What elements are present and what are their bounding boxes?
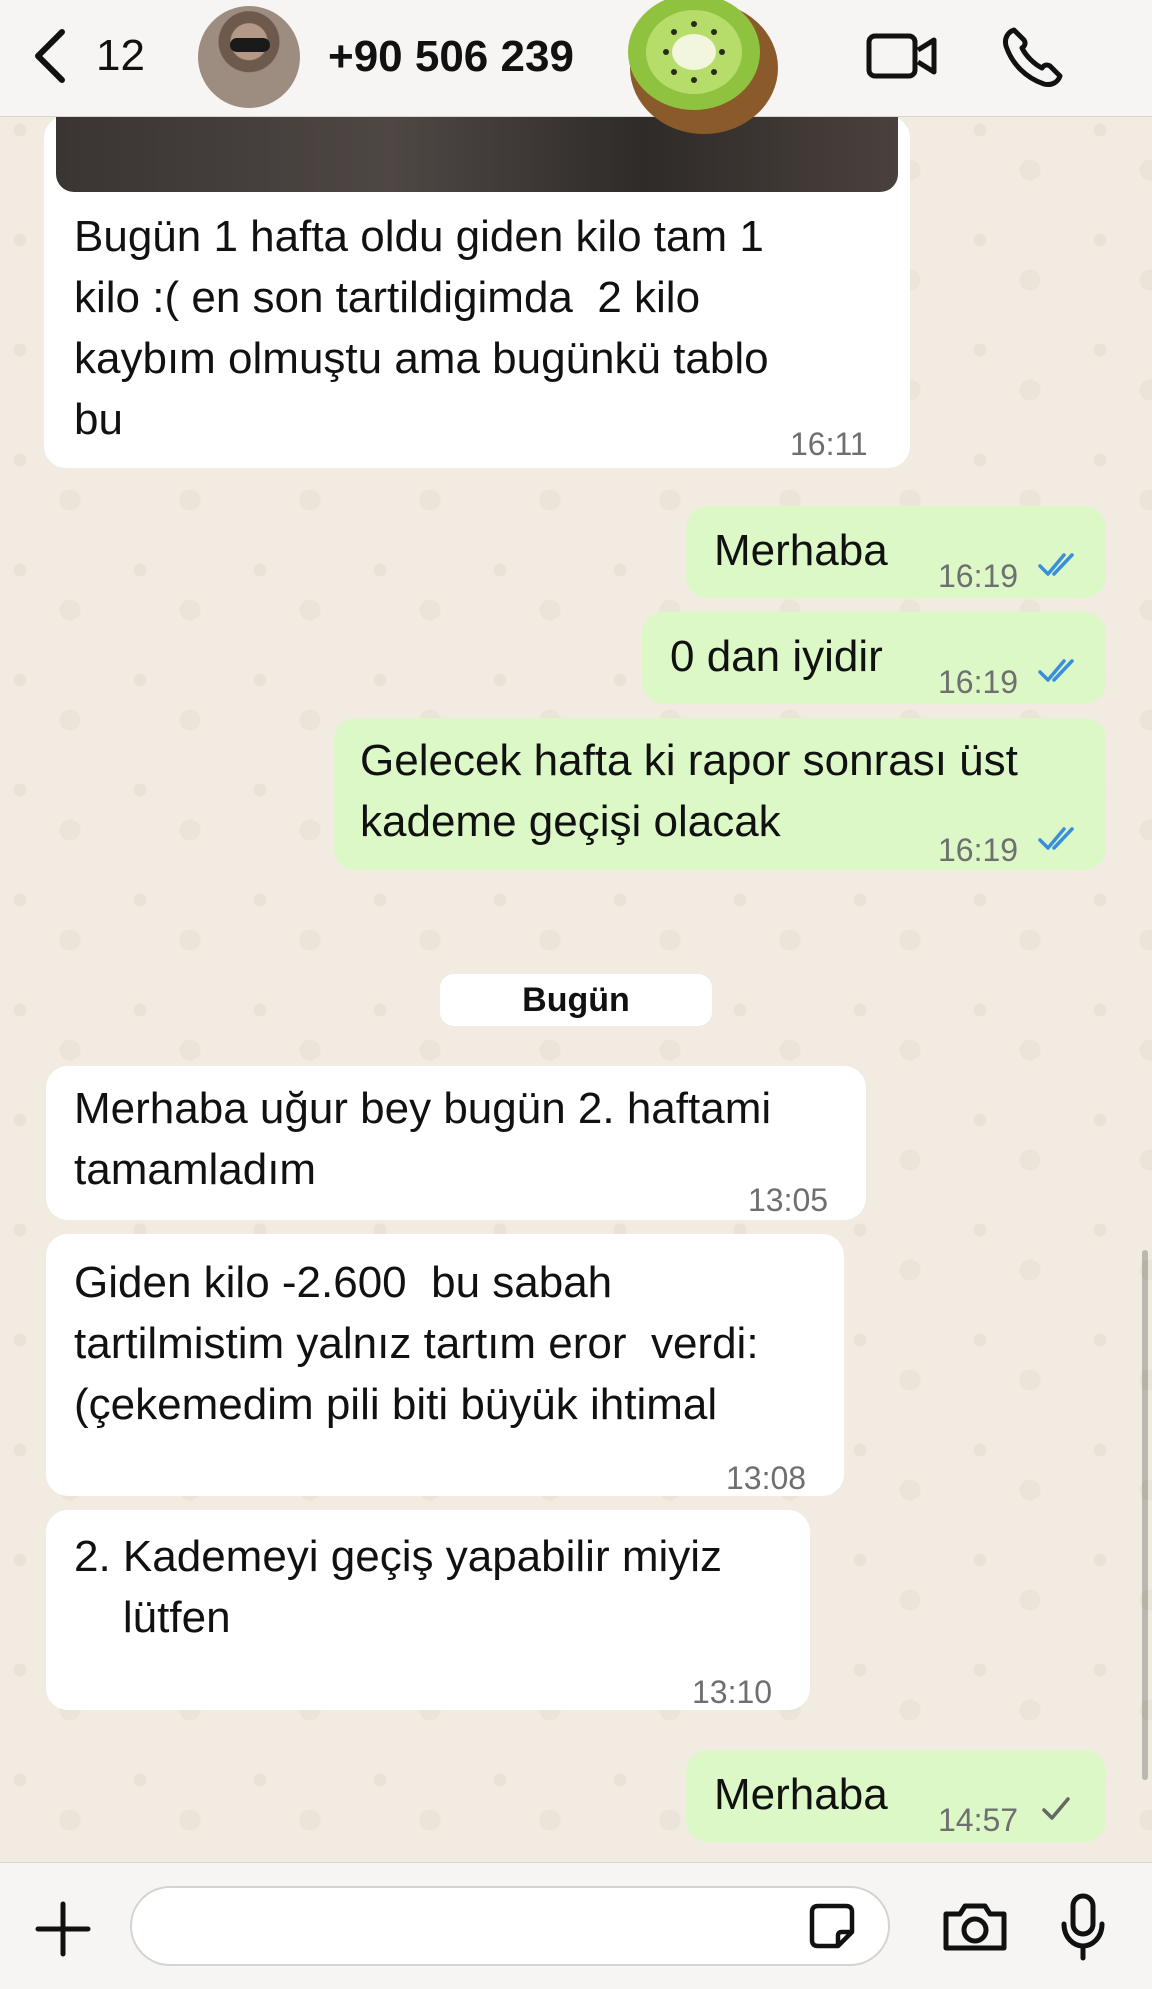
microphone-icon[interactable]	[1058, 1892, 1108, 1962]
read-receipt-icon	[1038, 659, 1074, 682]
sent-tick-icon	[1042, 1797, 1070, 1820]
message-time: 13:08	[726, 1460, 807, 1496]
kiwi-sticker-icon	[628, 0, 778, 134]
avatar[interactable]	[198, 6, 300, 108]
message-bubble[interactable]: Giden kilo -2.600 bu sabah tartilmistim …	[46, 1234, 844, 1496]
message-time: 13:10	[692, 1674, 773, 1710]
phone-call-icon[interactable]	[1000, 24, 1066, 90]
video-call-icon[interactable]	[866, 30, 938, 82]
plus-icon[interactable]	[34, 1900, 92, 1958]
message-bubble[interactable]: Merhaba 16:19	[686, 506, 1106, 598]
message-bubble[interactable]: Bugün 1 hafta oldu giden kilo tam 1 kilo…	[44, 116, 910, 468]
message-text: 0 dan iyidir	[670, 632, 883, 681]
message-time: 14:57	[938, 1802, 1019, 1838]
contact-name[interactable]: +90 506 239	[328, 30, 574, 84]
message-input[interactable]	[130, 1886, 890, 1966]
read-receipt-icon	[1038, 553, 1074, 576]
avatar-glasses	[230, 38, 270, 52]
scrollbar[interactable]	[1142, 1250, 1148, 1780]
message-text: 2. Kademeyi geçiş yapabilir miyiz lütfen	[74, 1532, 723, 1642]
message-bubble[interactable]: Gelecek hafta ki rapor sonrası üst kadem…	[334, 718, 1106, 870]
message-time: 16:19	[938, 832, 1019, 868]
message-text: Bugün 1 hafta oldu giden kilo tam 1 kilo…	[74, 212, 769, 444]
message-time: 16:19	[938, 664, 1019, 700]
sticker-icon[interactable]	[804, 1898, 860, 1954]
camera-icon[interactable]	[940, 1898, 1010, 1954]
read-receipt-icon	[1038, 827, 1074, 850]
message-bubble[interactable]: Merhaba 14:57	[686, 1750, 1106, 1842]
message-text: Merhaba	[714, 526, 888, 575]
message-time: 13:05	[748, 1182, 829, 1218]
chat-header	[0, 0, 1152, 117]
message-bubble[interactable]: 0 dan iyidir 16:19	[642, 612, 1106, 704]
message-text: Merhaba	[714, 1770, 888, 1819]
message-time: 16:11	[790, 426, 868, 462]
message-text: Merhaba uğur bey bugün 2. haftami tamaml…	[74, 1084, 772, 1194]
message-bubble[interactable]: 2. Kademeyi geçiş yapabilir miyiz lütfen…	[46, 1510, 810, 1710]
back-icon[interactable]	[30, 28, 70, 84]
date-separator: Bugün	[440, 974, 712, 1026]
message-time: 16:19	[938, 558, 1019, 594]
message-bubble[interactable]: Merhaba uğur bey bugün 2. haftami tamaml…	[46, 1066, 866, 1220]
message-text: Giden kilo -2.600 bu sabah tartilmistim …	[74, 1258, 759, 1429]
message-text: Gelecek hafta ki rapor sonrası üst kadem…	[360, 736, 1018, 846]
unread-count[interactable]: 12	[96, 30, 145, 82]
